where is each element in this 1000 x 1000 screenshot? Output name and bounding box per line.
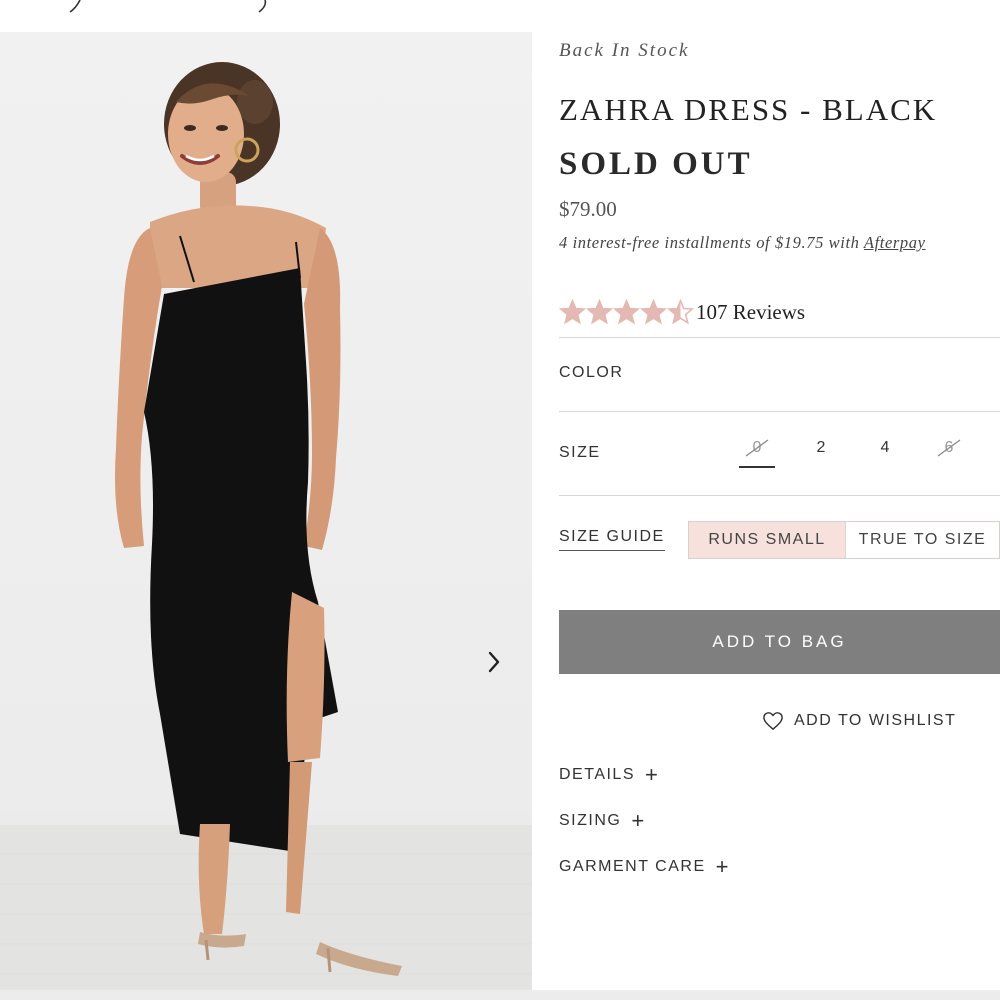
reviews-summary[interactable]: 107 Reviews: [559, 298, 805, 326]
accordion-label: GARMENT CARE: [559, 858, 706, 875]
installments-text: 4 interest-free installments of $19.75 w…: [559, 233, 926, 253]
product-page: Back In Stock ZAHRA DRESS - BLACK SOLD O…: [0, 0, 1000, 1000]
accordion-sizing[interactable]: SIZING +: [559, 808, 646, 833]
runs-small-option[interactable]: RUNS SMALL: [689, 522, 846, 558]
size-option-label: 4: [880, 439, 890, 456]
color-label: COLOR: [559, 364, 624, 381]
add-to-wishlist-button[interactable]: ADD TO WISHLIST: [762, 708, 956, 734]
accordion-label: DETAILS: [559, 766, 635, 783]
sold-out-label: SOLD OUT: [559, 146, 753, 182]
plus-icon: +: [631, 808, 646, 833]
size-label: SIZE: [559, 444, 601, 461]
accordion-label: SIZING: [559, 812, 622, 829]
divider: [559, 337, 1000, 338]
divider: [559, 411, 1000, 412]
product-info: Back In Stock ZAHRA DRESS - BLACK SOLD O…: [559, 0, 1000, 1000]
plus-icon: +: [715, 854, 730, 879]
heart-icon: [763, 712, 783, 730]
size-guide-link[interactable]: SIZE GUIDE: [559, 528, 665, 551]
wishlist-label: ADD TO WISHLIST: [794, 712, 957, 729]
chevron-right-icon: [488, 651, 500, 673]
star-full-icon: [559, 299, 586, 325]
accordion-details[interactable]: DETAILS +: [559, 762, 660, 787]
bottom-band: [0, 990, 1000, 1000]
star-half-icon: [667, 299, 694, 325]
stock-status: Back In Stock: [559, 40, 690, 61]
logo-script-fragment: [69, 0, 267, 13]
true-to-size-option[interactable]: TRUE TO SIZE: [846, 522, 999, 558]
product-image[interactable]: [0, 32, 532, 990]
product-price: $79.00: [559, 197, 617, 221]
gallery-next-button[interactable]: [480, 644, 508, 680]
reviews-count: 107 Reviews: [696, 299, 806, 324]
unavailable-strike-icon: [937, 439, 961, 457]
star-rating: [559, 299, 694, 325]
plus-icon: +: [645, 762, 660, 787]
divider: [559, 495, 1000, 496]
size-option-4[interactable]: 4: [867, 436, 903, 466]
size-options: 0 2 4 6: [739, 436, 1000, 470]
size-option-6[interactable]: 6: [931, 436, 967, 466]
star-full-icon: [640, 299, 667, 325]
model-illustration: [115, 62, 402, 976]
installments-copy: 4 interest-free installments of $19.75 w…: [559, 233, 864, 252]
accordion-garment-care[interactable]: GARMENT CARE +: [559, 854, 730, 879]
size-option-0[interactable]: 0: [739, 436, 775, 468]
size-option-label: 2: [816, 439, 826, 456]
unavailable-strike-icon: [745, 439, 769, 457]
fit-toggle: RUNS SMALL TRUE TO SIZE: [688, 521, 1000, 559]
afterpay-link[interactable]: Afterpay: [864, 233, 926, 252]
product-title: ZAHRA DRESS - BLACK: [559, 92, 938, 127]
size-option-2[interactable]: 2: [803, 436, 839, 466]
star-full-icon: [613, 299, 640, 325]
star-full-icon: [586, 299, 613, 325]
add-to-bag-button[interactable]: ADD TO BAG: [559, 610, 1000, 674]
